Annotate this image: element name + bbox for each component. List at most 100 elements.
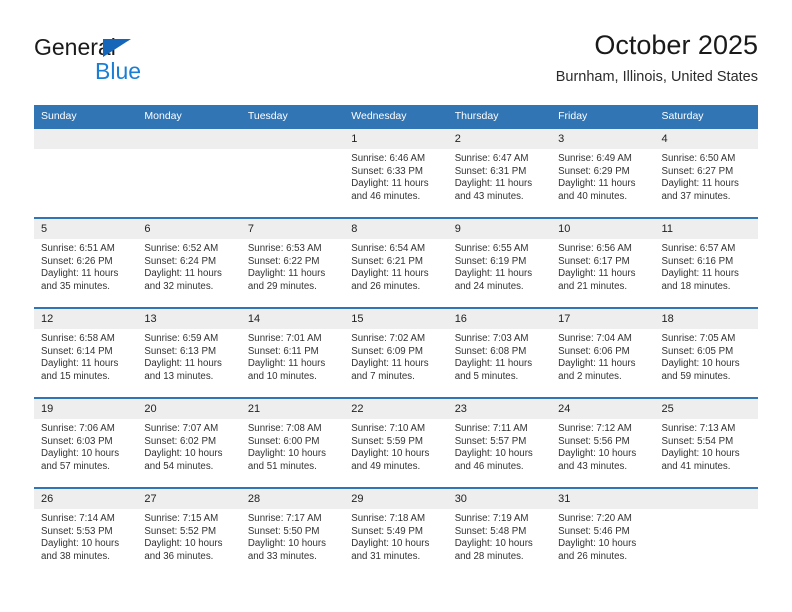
daylight-text: Daylight: 11 hours and 15 minutes. xyxy=(41,358,119,382)
day-details: Sunrise: 6:46 AM Sunset: 6:33 PM Daylight:… xyxy=(344,149,447,203)
calendar-day-cell[interactable]: 4 Sunrise: 6:50 AM Sunset: 6:27 PM Daylight… xyxy=(654,127,758,218)
page-subtitle: Burnham, Illinois, United States xyxy=(555,69,758,85)
sunset-text: Sunset: 6:03 PM xyxy=(41,435,113,447)
day-number: 14 xyxy=(240,309,345,329)
calendar-day-cell[interactable]: 13 Sunrise: 6:59 AM Sunset: 6:13 PM Dayligh… xyxy=(137,307,241,398)
calendar-day-cell[interactable]: 3 Sunrise: 6:49 AM Sunset: 6:29 PM Daylight… xyxy=(551,127,655,218)
calendar-day-cell[interactable]: 2 Sunrise: 6:47 AM Sunset: 6:31 PM Daylight… xyxy=(447,127,552,218)
calendar-day-cell[interactable]: 6 Sunrise: 6:52 AM Sunset: 6:24 PM Daylight… xyxy=(137,217,241,308)
day-details: Sunrise: 7:19 AM Sunset: 5:48 PM Daylight:… xyxy=(448,509,551,563)
calendar-day-cell[interactable]: 25 Sunrise: 7:13 AM Sunset: 5:54 PM Dayligh… xyxy=(654,397,758,488)
calendar-day-cell[interactable]: 21 Sunrise: 7:08 AM Sunset: 6:00 PM Dayligh… xyxy=(240,397,345,488)
daylight-text: Daylight: 11 hours and 7 minutes. xyxy=(351,358,429,382)
calendar-day-cell[interactable]: 5 Sunrise: 6:51 AM Sunset: 6:26 PM Daylight… xyxy=(34,217,138,308)
day-details: Sunrise: 7:01 AM Sunset: 6:11 PM Daylight:… xyxy=(241,329,344,383)
calendar-day-cell[interactable]: 16 Sunrise: 7:03 AM Sunset: 6:08 PM Dayligh… xyxy=(447,307,552,398)
weekday-header-row: Sunday Monday Tuesday Wednesday Thursday Frid… xyxy=(34,105,758,128)
daylight-text: Daylight: 11 hours and 2 minutes. xyxy=(558,358,636,382)
sunset-text: Sunset: 5:56 PM xyxy=(558,435,630,447)
calendar-day-cell[interactable]: 8 Sunrise: 6:54 AM Sunset: 6:21 PM Daylight… xyxy=(344,217,448,308)
calendar-week-row: 5 Sunrise: 6:51 AM Sunset: 6:26 PM Daylight… xyxy=(34,217,758,308)
calendar-day-cell[interactable]: 30 Sunrise: 7:19 AM Sunset: 5:48 PM Dayligh… xyxy=(447,487,552,577)
day-details: Sunrise: 7:12 AM Sunset: 5:56 PM Daylight:… xyxy=(551,419,654,473)
sunrise-text: Sunrise: 7:06 AM xyxy=(41,423,115,434)
calendar-week-row: 19 Sunrise: 7:06 AM Sunset: 6:03 PM Dayligh… xyxy=(34,397,758,488)
day-details: Sunrise: 7:05 AM Sunset: 6:05 PM Daylight:… xyxy=(655,329,758,383)
day-details: Sunrise: 7:11 AM Sunset: 5:57 PM Daylight:… xyxy=(448,419,551,473)
calendar-day-cell[interactable]: 26 Sunrise: 7:14 AM Sunset: 5:53 PM Dayligh… xyxy=(34,487,138,577)
day-number: 23 xyxy=(447,399,552,419)
day-details: Sunrise: 6:52 AM Sunset: 6:24 PM Daylight:… xyxy=(137,239,240,293)
weekday-header-wednesday: Wednesday xyxy=(344,105,448,128)
sunrise-text: Sunrise: 7:13 AM xyxy=(661,423,736,434)
calendar-table: Sunday Monday Tuesday Wednesday Thursday Frid… xyxy=(34,105,758,577)
sunset-text: Sunset: 6:29 PM xyxy=(558,165,630,177)
day-number xyxy=(34,129,138,149)
calendar-day-cell[interactable]: 11 Sunrise: 6:57 AM Sunset: 6:16 PM Dayligh… xyxy=(654,217,758,308)
calendar-day-cell[interactable]: 18 Sunrise: 7:05 AM Sunset: 6:05 PM Dayligh… xyxy=(654,307,758,398)
calendar-day-cell[interactable]: 28 Sunrise: 7:17 AM Sunset: 5:50 PM Dayligh… xyxy=(240,487,345,577)
calendar-day-cell[interactable]: 31 Sunrise: 7:20 AM Sunset: 5:46 PM Dayligh… xyxy=(551,487,655,577)
sunrise-text: Sunrise: 6:59 AM xyxy=(144,333,219,344)
daylight-text: Daylight: 10 hours and 54 minutes. xyxy=(144,448,223,472)
calendar-day-cell[interactable]: 10 Sunrise: 6:56 AM Sunset: 6:17 PM Dayligh… xyxy=(551,217,655,308)
day-details: Sunrise: 6:57 AM Sunset: 6:16 PM Daylight:… xyxy=(655,239,758,293)
sunrise-text: Sunrise: 6:49 AM xyxy=(558,153,632,164)
day-details: Sunrise: 7:02 AM Sunset: 6:09 PM Daylight:… xyxy=(344,329,447,383)
calendar-day-cell[interactable]: 17 Sunrise: 7:04 AM Sunset: 6:06 PM Dayligh… xyxy=(551,307,655,398)
sunset-text: Sunset: 6:08 PM xyxy=(454,345,527,357)
calendar-day-cell[interactable]: 24 Sunrise: 7:12 AM Sunset: 5:56 PM Dayligh… xyxy=(551,397,655,488)
sunset-text: Sunset: 5:59 PM xyxy=(351,435,423,447)
daylight-text: Daylight: 10 hours and 43 minutes. xyxy=(558,448,637,472)
daylight-text: Daylight: 10 hours and 57 minutes. xyxy=(41,448,120,472)
sunset-text: Sunset: 6:22 PM xyxy=(247,255,320,267)
day-details: Sunrise: 7:13 AM Sunset: 5:54 PM Daylight:… xyxy=(655,419,758,473)
calendar-day-cell[interactable]: 27 Sunrise: 7:15 AM Sunset: 5:52 PM Dayligh… xyxy=(137,487,241,577)
calendar-day-cell[interactable]: 1 Sunrise: 6:46 AM Sunset: 6:33 PM Daylight… xyxy=(344,127,448,218)
sunrise-text: Sunrise: 6:53 AM xyxy=(247,243,322,254)
daylight-text: Daylight: 10 hours and 31 minutes. xyxy=(351,538,430,562)
calendar-day-cell[interactable]: 29 Sunrise: 7:18 AM Sunset: 5:49 PM Dayligh… xyxy=(344,487,448,577)
day-number: 7 xyxy=(240,219,345,239)
day-number xyxy=(137,129,241,149)
sunrise-text: Sunrise: 7:18 AM xyxy=(351,513,426,524)
day-number xyxy=(240,129,345,149)
day-details: Sunrise: 7:20 AM Sunset: 5:46 PM Daylight:… xyxy=(551,509,654,563)
calendar-week-row: 1 Sunrise: 6:46 AM Sunset: 6:33 PM Daylight… xyxy=(34,127,758,218)
day-number: 17 xyxy=(551,309,655,329)
sunset-text: Sunset: 5:52 PM xyxy=(144,525,217,537)
sunrise-text: Sunrise: 7:14 AM xyxy=(41,513,115,524)
calendar-day-cell[interactable]: 7 Sunrise: 6:53 AM Sunset: 6:22 PM Daylight… xyxy=(240,217,345,308)
sunrise-text: Sunrise: 6:54 AM xyxy=(351,243,426,254)
calendar-day-cell[interactable]: 9 Sunrise: 6:55 AM Sunset: 6:19 PM Daylight… xyxy=(447,217,552,308)
calendar-day-cell[interactable]: 19 Sunrise: 7:06 AM Sunset: 6:03 PM Dayligh… xyxy=(34,397,138,488)
sunrise-text: Sunrise: 7:10 AM xyxy=(351,423,426,434)
calendar-day-cell[interactable]: 23 Sunrise: 7:11 AM Sunset: 5:57 PM Dayligh… xyxy=(447,397,552,488)
day-number: 9 xyxy=(447,219,552,239)
sunset-text: Sunset: 6:19 PM xyxy=(454,255,527,267)
sunset-text: Sunset: 6:27 PM xyxy=(661,165,734,177)
calendar-day-cell[interactable]: 15 Sunrise: 7:02 AM Sunset: 6:09 PM Dayligh… xyxy=(344,307,448,398)
sunrise-text: Sunrise: 7:01 AM xyxy=(247,333,322,344)
daylight-text: Daylight: 10 hours and 41 minutes. xyxy=(661,448,740,472)
day-number: 20 xyxy=(137,399,241,419)
logo-triangle-icon xyxy=(103,39,131,57)
calendar-day-cell[interactable]: 12 Sunrise: 6:58 AM Sunset: 6:14 PM Dayligh… xyxy=(34,307,138,398)
daylight-text: Daylight: 11 hours and 29 minutes. xyxy=(247,268,326,292)
day-number: 24 xyxy=(551,399,655,419)
sunrise-text: Sunrise: 7:17 AM xyxy=(247,513,322,524)
weekday-header-sunday: Sunday xyxy=(34,105,138,128)
sunrise-text: Sunrise: 7:11 AM xyxy=(454,423,528,434)
day-details: Sunrise: 7:18 AM Sunset: 5:49 PM Daylight:… xyxy=(344,509,447,563)
sunset-text: Sunset: 5:49 PM xyxy=(351,525,423,537)
sunrise-text: Sunrise: 7:19 AM xyxy=(454,513,529,524)
day-number: 5 xyxy=(34,219,138,239)
sunrise-text: Sunrise: 7:03 AM xyxy=(454,333,529,344)
calendar-day-cell[interactable]: 14 Sunrise: 7:01 AM Sunset: 6:11 PM Dayligh… xyxy=(240,307,345,398)
calendar-day-cell[interactable]: 20 Sunrise: 7:07 AM Sunset: 6:02 PM Dayligh… xyxy=(137,397,241,488)
general-blue-logo[interactable]: General Blue xyxy=(34,34,254,90)
daylight-text: Daylight: 11 hours and 5 minutes. xyxy=(454,358,533,382)
sunrise-text: Sunrise: 6:50 AM xyxy=(661,153,736,164)
day-number: 16 xyxy=(447,309,552,329)
calendar-day-cell[interactable]: 22 Sunrise: 7:10 AM Sunset: 5:59 PM Dayligh… xyxy=(344,397,448,488)
